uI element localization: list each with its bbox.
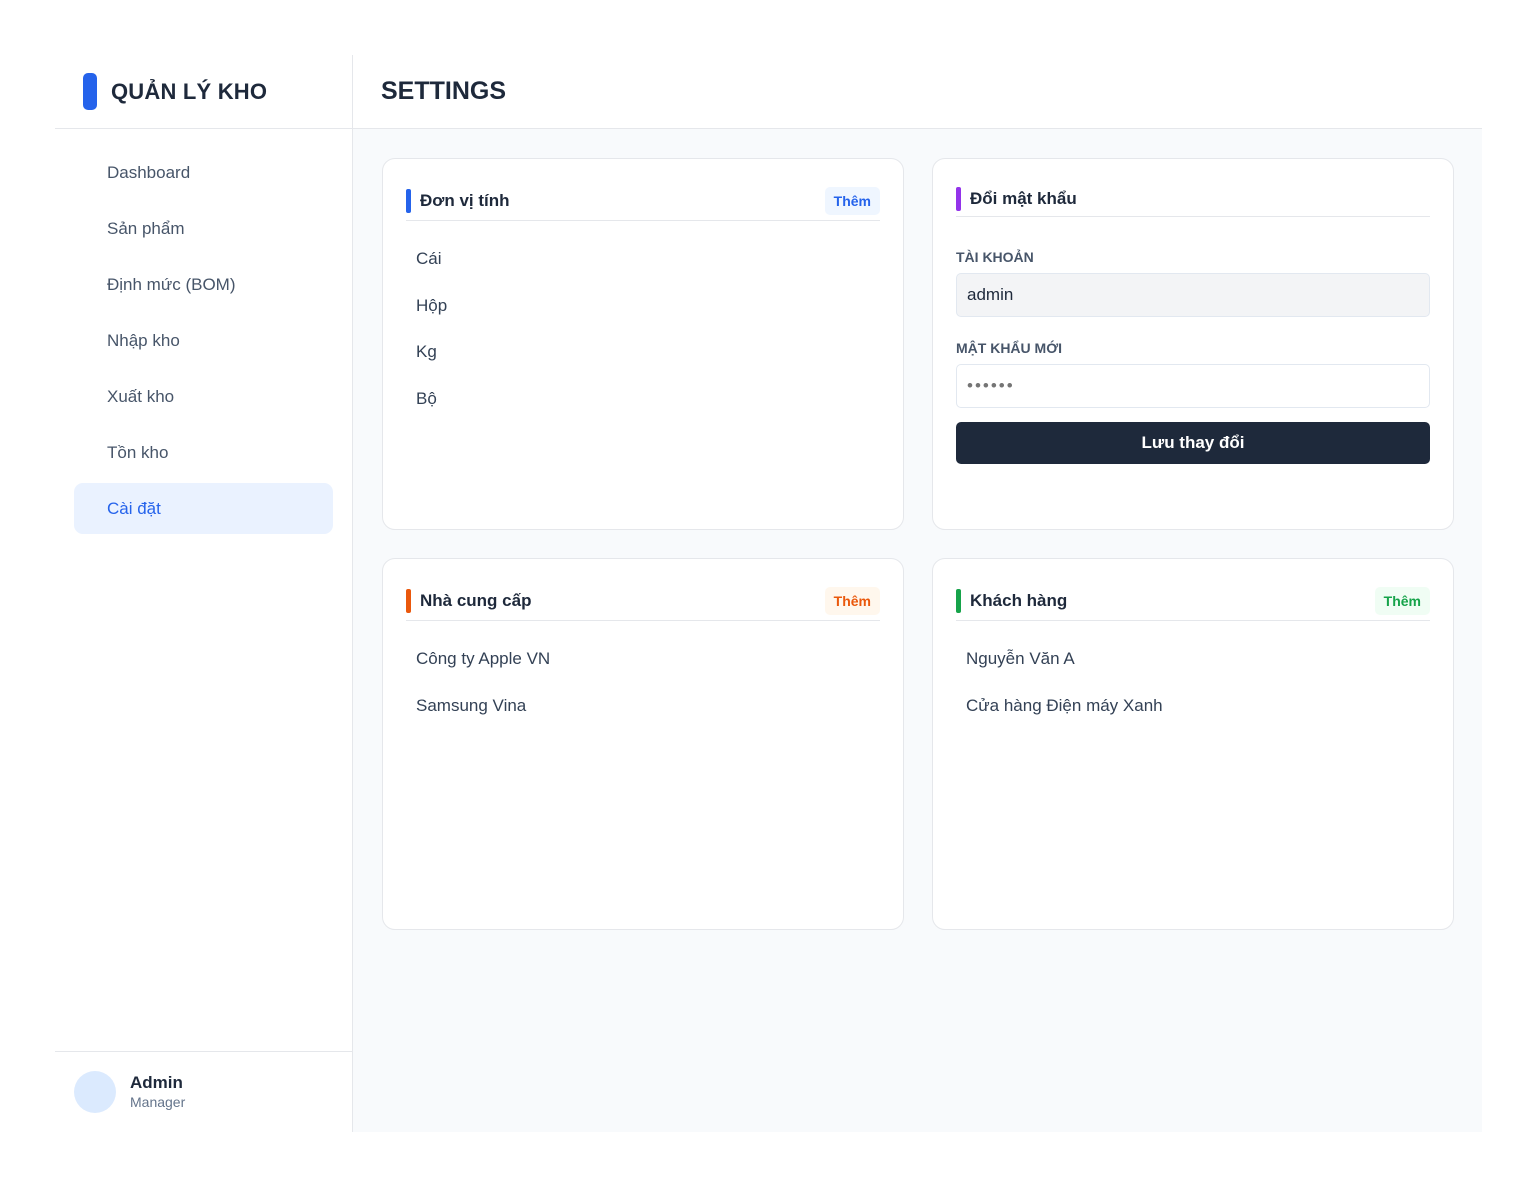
add-customer-button[interactable]: Thêm bbox=[1374, 586, 1430, 615]
sidebar-item-bom[interactable]: Định mức (BOM) bbox=[74, 259, 333, 310]
sidebar: QUẢN LÝ KHO Dashboard Sản phẩm Định mức … bbox=[55, 55, 353, 1132]
brand-title: QUẢN LÝ KHO bbox=[111, 78, 268, 104]
sidebar-nav: Dashboard Sản phẩm Định mức (BOM) Nhập k… bbox=[55, 129, 352, 539]
list-item[interactable]: Cửa hàng Điện máy Xanh bbox=[956, 683, 1430, 730]
sidebar-item-settings[interactable]: Cài đặt bbox=[74, 483, 333, 534]
sidebar-item-stock-in[interactable]: Nhập kho bbox=[74, 315, 333, 366]
sidebar-item-stock-out[interactable]: Xuất kho bbox=[74, 371, 333, 422]
customers-list: Nguyễn Văn A Cửa hàng Điện máy Xanh bbox=[956, 621, 1430, 729]
sidebar-item-products[interactable]: Sản phẩm bbox=[74, 203, 333, 254]
list-item[interactable]: Hộp bbox=[406, 283, 880, 330]
user-info: Admin Manager bbox=[130, 1073, 185, 1111]
brand-logo-icon bbox=[83, 73, 97, 110]
sidebar-item-dashboard[interactable]: Dashboard bbox=[74, 147, 333, 198]
user-profile[interactable]: Admin Manager bbox=[55, 1051, 352, 1132]
user-name: Admin bbox=[130, 1073, 183, 1092]
avatar bbox=[74, 1071, 116, 1113]
list-item[interactable]: Cái bbox=[406, 236, 880, 283]
page-title: SETTINGS bbox=[381, 77, 507, 105]
add-supplier-button[interactable]: Thêm bbox=[824, 586, 880, 615]
app-window: QUẢN LÝ KHO Dashboard Sản phẩm Định mức … bbox=[55, 55, 1482, 1132]
customers-card-title-wrap: Khách hàng bbox=[956, 588, 1068, 613]
suppliers-card-header: Nhà cung cấp Thêm bbox=[406, 581, 880, 621]
password-card-title: Đổi mật khẩu bbox=[970, 188, 1077, 208]
brand: QUẢN LÝ KHO bbox=[55, 55, 352, 129]
account-field[interactable] bbox=[956, 273, 1430, 317]
password-card-header: Đổi mật khẩu bbox=[956, 181, 1430, 217]
password-card: Đổi mật khẩu TÀI KHOẢN MẬT KHẨU MỚI Lưu … bbox=[932, 158, 1454, 530]
add-unit-button[interactable]: Thêm bbox=[824, 186, 880, 215]
settings-grid: Đơn vị tính Thêm Cái Hộp Kg Bộ Đổi mật k… bbox=[353, 129, 1482, 930]
customers-card-header: Khách hàng Thêm bbox=[956, 581, 1430, 621]
topbar: SETTINGS bbox=[353, 55, 1482, 129]
units-card-header: Đơn vị tính Thêm bbox=[406, 181, 880, 221]
list-item[interactable]: Bộ bbox=[406, 376, 880, 423]
sidebar-item-inventory[interactable]: Tồn kho bbox=[74, 427, 333, 478]
save-changes-button[interactable]: Lưu thay đổi bbox=[956, 422, 1430, 464]
list-item[interactable]: Kg bbox=[406, 329, 880, 376]
suppliers-card: Nhà cung cấp Thêm Công ty Apple VN Samsu… bbox=[382, 558, 904, 930]
customers-card-title: Khách hàng bbox=[970, 590, 1068, 610]
list-item[interactable]: Công ty Apple VN bbox=[406, 636, 880, 683]
customers-card: Khách hàng Thêm Nguyễn Văn A Cửa hàng Đi… bbox=[932, 558, 1454, 930]
units-card-title: Đơn vị tính bbox=[420, 190, 510, 210]
password-accent-bar bbox=[956, 186, 961, 211]
list-item[interactable]: Samsung Vina bbox=[406, 683, 880, 730]
units-accent-bar bbox=[406, 188, 411, 213]
main-content: SETTINGS Đơn vị tính Thêm Cái Hộp Kg Bộ bbox=[353, 55, 1482, 1132]
password-card-title-wrap: Đổi mật khẩu bbox=[956, 186, 1077, 211]
customers-accent-bar bbox=[956, 588, 961, 613]
suppliers-list: Công ty Apple VN Samsung Vina bbox=[406, 621, 880, 729]
new-password-field[interactable] bbox=[956, 364, 1430, 408]
suppliers-accent-bar bbox=[406, 588, 411, 613]
units-card: Đơn vị tính Thêm Cái Hộp Kg Bộ bbox=[382, 158, 904, 530]
suppliers-card-title-wrap: Nhà cung cấp bbox=[406, 588, 532, 613]
user-role: Manager bbox=[130, 1094, 186, 1110]
account-label: TÀI KHOẢN bbox=[956, 249, 1034, 265]
list-item[interactable]: Nguyễn Văn A bbox=[956, 636, 1430, 683]
units-list: Cái Hộp Kg Bộ bbox=[406, 221, 880, 422]
suppliers-card-title: Nhà cung cấp bbox=[420, 590, 532, 610]
units-card-title-wrap: Đơn vị tính bbox=[406, 188, 510, 213]
new-password-label: MẬT KHẨU MỚI bbox=[956, 340, 1063, 356]
